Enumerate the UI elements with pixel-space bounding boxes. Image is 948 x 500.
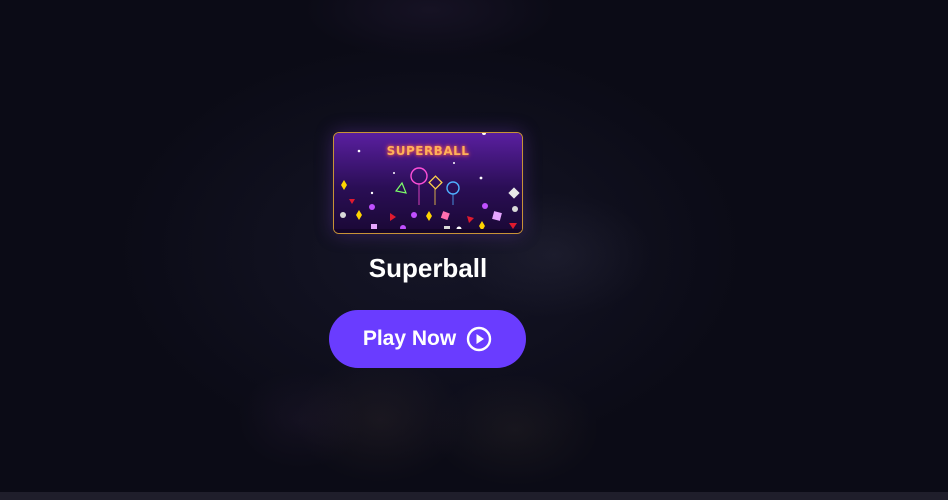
play-now-label: Play Now (362, 327, 457, 350)
game-thumbnail[interactable]: SUPERBALL (333, 132, 523, 234)
play-circle-icon (466, 326, 492, 352)
play-now-button[interactable]: Play Now (329, 310, 526, 368)
bottom-bar (0, 492, 948, 500)
game-title: Superball (368, 253, 488, 283)
thumbnail-logo: SUPERBALL (386, 144, 470, 158)
game-launch-screen: SUPERBALL Superball Play Now (0, 0, 948, 500)
